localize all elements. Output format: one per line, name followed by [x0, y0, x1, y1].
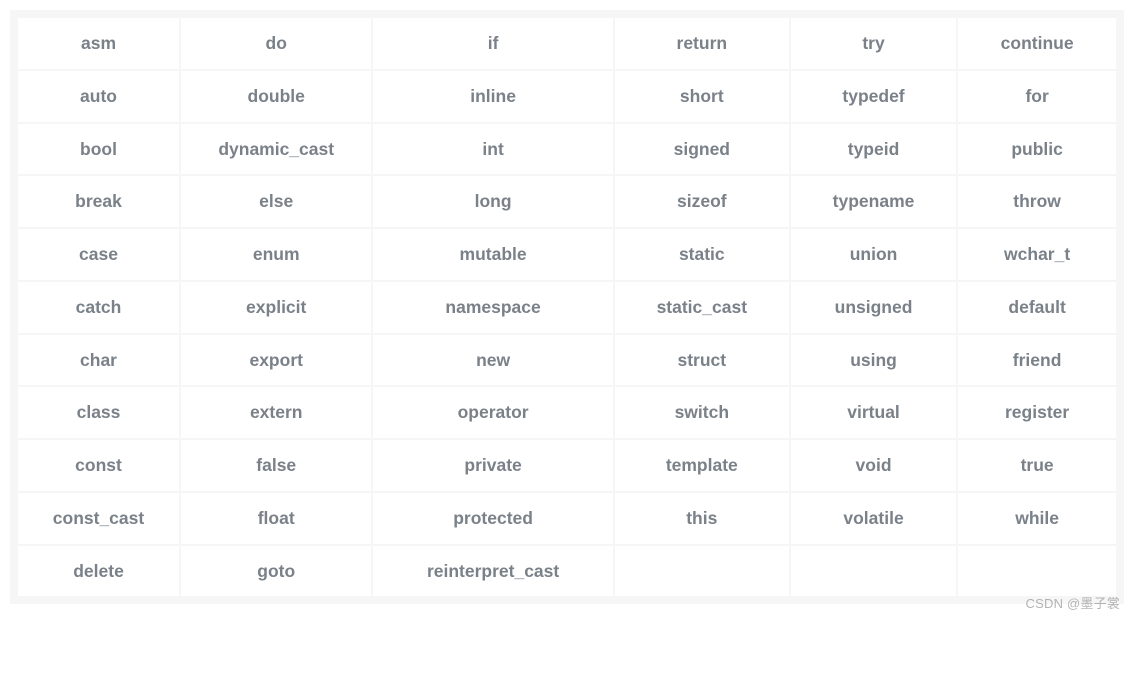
table-cell: switch: [615, 387, 789, 438]
table-cell: for: [958, 71, 1116, 122]
table-row: char export new struct using friend: [18, 335, 1116, 386]
table-cell: friend: [958, 335, 1116, 386]
table-cell: sizeof: [615, 176, 789, 227]
table-head: asm do if return try continue: [18, 18, 1116, 69]
table-cell: enum: [181, 229, 371, 280]
table-cell: signed: [615, 124, 789, 175]
table-cell: using: [791, 335, 956, 386]
table-cell: private: [373, 440, 612, 491]
table-row: auto double inline short typedef for: [18, 71, 1116, 122]
table-cell: const: [18, 440, 179, 491]
table-cell: this: [615, 493, 789, 544]
table-cell: unsigned: [791, 282, 956, 333]
table-cell: throw: [958, 176, 1116, 227]
table-cell: delete: [18, 546, 179, 597]
table-cell: namespace: [373, 282, 612, 333]
table-header-cell: do: [181, 18, 371, 69]
table-cell: int: [373, 124, 612, 175]
table-header-cell: if: [373, 18, 612, 69]
watermark-text: CSDN @墨子裳: [1026, 593, 1120, 612]
table-cell: protected: [373, 493, 612, 544]
table-cell: auto: [18, 71, 179, 122]
table-cell: double: [181, 71, 371, 122]
table-cell: struct: [615, 335, 789, 386]
table-cell: [791, 546, 956, 597]
table-cell: case: [18, 229, 179, 280]
table-row: bool dynamic_cast int signed typeid publ…: [18, 124, 1116, 175]
table-body: auto double inline short typedef for boo…: [18, 71, 1116, 597]
table-cell: false: [181, 440, 371, 491]
table-cell: dynamic_cast: [181, 124, 371, 175]
table-cell: extern: [181, 387, 371, 438]
table-cell: new: [373, 335, 612, 386]
table-row: const_cast float protected this volatile…: [18, 493, 1116, 544]
table-cell: goto: [181, 546, 371, 597]
table-cell: export: [181, 335, 371, 386]
table-cell: true: [958, 440, 1116, 491]
table-cell: catch: [18, 282, 179, 333]
table-cell: inline: [373, 71, 612, 122]
table-cell: explicit: [181, 282, 371, 333]
table-cell: register: [958, 387, 1116, 438]
table-cell: const_cast: [18, 493, 179, 544]
table-cell: static_cast: [615, 282, 789, 333]
table-cell: static: [615, 229, 789, 280]
table-cell: typeid: [791, 124, 956, 175]
table-cell: while: [958, 493, 1116, 544]
table-cell: [958, 546, 1116, 597]
table-cell: virtual: [791, 387, 956, 438]
table-cell: bool: [18, 124, 179, 175]
table-cell: break: [18, 176, 179, 227]
table-header-cell: continue: [958, 18, 1116, 69]
table-row: catch explicit namespace static_cast uns…: [18, 282, 1116, 333]
table-cell: short: [615, 71, 789, 122]
table-cell: volatile: [791, 493, 956, 544]
table-row: const false private template void true: [18, 440, 1116, 491]
table-cell: char: [18, 335, 179, 386]
table-cell: operator: [373, 387, 612, 438]
table-cell: typename: [791, 176, 956, 227]
table-header-cell: asm: [18, 18, 179, 69]
table-cell: default: [958, 282, 1116, 333]
table-row: delete goto reinterpret_cast: [18, 546, 1116, 597]
table-cell: [615, 546, 789, 597]
table-cell: union: [791, 229, 956, 280]
table-cell: else: [181, 176, 371, 227]
table-row: case enum mutable static union wchar_t: [18, 229, 1116, 280]
table-cell: class: [18, 387, 179, 438]
table-header-cell: try: [791, 18, 956, 69]
table-row: class extern operator switch virtual reg…: [18, 387, 1116, 438]
table-cell: mutable: [373, 229, 612, 280]
table-cell: template: [615, 440, 789, 491]
table-row: break else long sizeof typename throw: [18, 176, 1116, 227]
table-cell: float: [181, 493, 371, 544]
keywords-table-wrapper: asm do if return try continue auto doubl…: [10, 10, 1124, 604]
table-cell: long: [373, 176, 612, 227]
table-header-cell: return: [615, 18, 789, 69]
table-cell: void: [791, 440, 956, 491]
keywords-table: asm do if return try continue auto doubl…: [16, 16, 1118, 598]
table-cell: wchar_t: [958, 229, 1116, 280]
table-cell: reinterpret_cast: [373, 546, 612, 597]
table-header-row: asm do if return try continue: [18, 18, 1116, 69]
table-cell: typedef: [791, 71, 956, 122]
table-cell: public: [958, 124, 1116, 175]
